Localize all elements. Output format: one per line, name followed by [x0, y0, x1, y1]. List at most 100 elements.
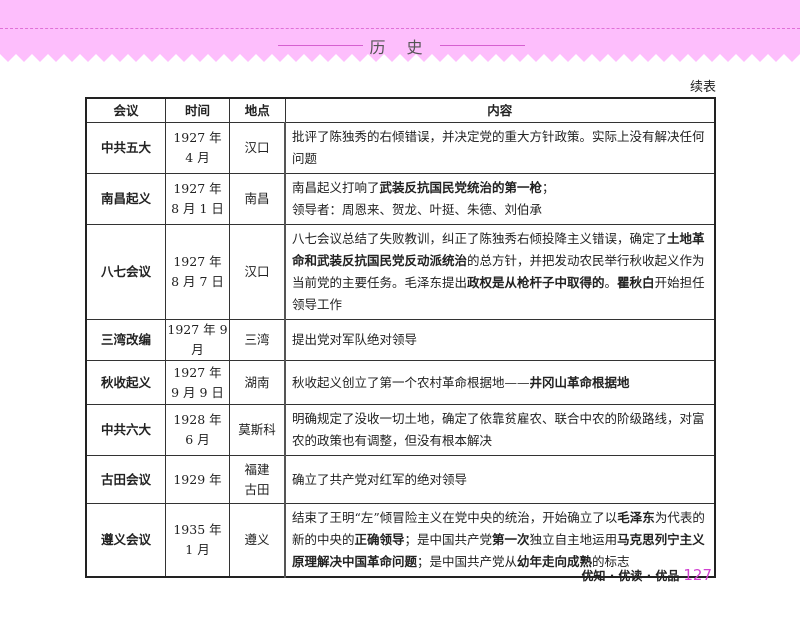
meeting-name: 中共六大 [86, 405, 166, 456]
content-text: ；是中国共产党 [405, 532, 493, 547]
meeting-time: 1927 年8 月 1 日 [166, 174, 230, 225]
meeting-name: 三湾改编 [86, 320, 166, 361]
meeting-place-line: 三湾 [230, 330, 284, 350]
header-meeting: 会议 [86, 98, 166, 123]
meeting-time-line: 1927 年 [166, 179, 229, 199]
meeting-place: 三湾 [230, 320, 286, 361]
table-header-row: 会议 时间 地点 内容 [86, 98, 715, 123]
meeting-place-line: 古田 [230, 480, 284, 500]
meeting-time-line: 1927 年 [166, 252, 229, 272]
meeting-time-line: 1 月 [166, 540, 229, 560]
content-text: 确立了共产党对红军的绝对领导 [292, 472, 467, 487]
meeting-name: 遵义会议 [86, 504, 166, 578]
meeting-place-line: 汉口 [230, 138, 284, 158]
meeting-time: 1927 年 9 月 [166, 320, 230, 361]
meeting-time-line: 9 月 9 日 [166, 383, 229, 403]
meeting-place-line: 南昌 [230, 189, 284, 209]
table-row: 中共五大1927 年4 月汉口批评了陈独秀的右倾错误，并决定党的重大方针政策。实… [86, 123, 715, 174]
content-emphasis: 武装反抗国民党统治的第一枪 [380, 180, 543, 195]
meeting-time-line: 1935 年 [166, 520, 229, 540]
meeting-place-line: 遵义 [230, 530, 284, 550]
table-row: 八七会议1927 年8 月 7 日汉口八七会议总结了失败教训，纠正了陈独秀右倾投… [86, 225, 715, 320]
meeting-place: 遵义 [230, 504, 286, 578]
content-text: 。 [605, 275, 618, 290]
meeting-time: 1927 年9 月 9 日 [166, 361, 230, 405]
content-text: 八七会议总结了失败教训，纠正了陈独秀右倾投降主义错误，确定了 [292, 231, 667, 246]
meeting-place-line: 莫斯科 [230, 420, 284, 440]
meeting-name-line: 八七会议 [87, 262, 165, 282]
content-text: ； [542, 180, 555, 195]
meeting-time: 1927 年4 月 [166, 123, 230, 174]
meeting-name-line: 中共六大 [87, 420, 165, 440]
content-text: 批评了陈独秀的右倾错误，并决定党的重大方针政策。实际上没有解决任何问题 [292, 129, 705, 166]
meeting-time-line: 8 月 7 日 [166, 272, 229, 292]
header-dashed-line [0, 28, 800, 29]
content-text: 独立自主地运用 [530, 532, 618, 547]
meeting-time-line: 4 月 [166, 148, 229, 168]
content-emphasis: 毛泽东 [617, 510, 655, 525]
meeting-content: 批评了陈独秀的右倾错误，并决定党的重大方针政策。实际上没有解决任何问题 [285, 123, 715, 174]
meetings-table: 会议 时间 地点 内容 中共五大1927 年4 月汉口批评了陈独秀的右倾错误，并… [85, 97, 716, 578]
meeting-name: 南昌起义 [86, 174, 166, 225]
page-number: 127 [683, 566, 712, 584]
table-row: 秋收起义1927 年9 月 9 日湖南秋收起义创立了第一个农村革命根据地——井冈… [86, 361, 715, 405]
meeting-place: 南昌 [230, 174, 286, 225]
content-text: 明确规定了没收一切土地，确定了依靠贫雇农、联合中农的阶级路线，对富农的政策也有调… [292, 411, 705, 448]
content-emphasis: 瞿秋白 [617, 275, 655, 290]
meeting-time: 1935 年1 月 [166, 504, 230, 578]
meeting-place-line: 汉口 [230, 262, 284, 282]
content-text: ；是中国共产党从 [417, 554, 517, 569]
table-row: 中共六大1928 年6 月莫斯科明确规定了没收一切土地，确定了依靠贫雇农、联合中… [86, 405, 715, 456]
meeting-time-line: 1927 年 [166, 128, 229, 148]
page-footer: 优知 · 优读 · 优品127 [582, 566, 712, 584]
meeting-name-line: 中共五大 [87, 138, 165, 158]
meeting-place-line: 福建 [230, 460, 284, 480]
meeting-time-line: 6 月 [166, 430, 229, 450]
content-text: 秋收起义创立了第一个农村革命根据地—— [292, 375, 530, 390]
meeting-name: 中共五大 [86, 123, 166, 174]
meeting-time-line: 1927 年 [166, 363, 229, 383]
table-row: 南昌起义1927 年8 月 1 日南昌南昌起义打响了武装反抗国民党统治的第一枪；… [86, 174, 715, 225]
meeting-name: 古田会议 [86, 456, 166, 504]
meeting-content: 秋收起义创立了第一个农村革命根据地——井冈山革命根据地 [285, 361, 715, 405]
meeting-time-line: 1927 年 9 月 [166, 320, 229, 360]
content-emphasis: 井冈山革命根据地 [530, 375, 630, 390]
meeting-place: 汉口 [230, 225, 286, 320]
meeting-name-line: 南昌起义 [87, 189, 165, 209]
footer-slogan: 优知 · 优读 · 优品 [582, 569, 680, 583]
meeting-place: 莫斯科 [230, 405, 286, 456]
meeting-time: 1927 年8 月 7 日 [166, 225, 230, 320]
meeting-content: 八七会议总结了失败教训，纠正了陈独秀右倾投降主义错误，确定了土地革命和武装反抗国… [285, 225, 715, 320]
meeting-name: 八七会议 [86, 225, 166, 320]
header-time: 时间 [166, 98, 230, 123]
meeting-name-line: 秋收起义 [87, 373, 165, 393]
meeting-time: 1928 年6 月 [166, 405, 230, 456]
meeting-place: 汉口 [230, 123, 286, 174]
table-row: 古田会议1929 年福建古田确立了共产党对红军的绝对领导 [86, 456, 715, 504]
meeting-place: 福建古田 [230, 456, 286, 504]
content-emphasis: 政权是从枪杆子中取得的 [467, 275, 605, 290]
meeting-name-line: 遵义会议 [87, 530, 165, 550]
content-text: 结束了王明“左”倾冒险主义在党中央的统治，开始确立了以 [292, 510, 617, 525]
meeting-content: 南昌起义打响了武装反抗国民党统治的第一枪；领导者：周恩来、贺龙、叶挺、朱德、刘伯… [285, 174, 715, 225]
table-row: 三湾改编1927 年 9 月三湾提出党对军队绝对领导 [86, 320, 715, 361]
content-text: 南昌起义打响了 [292, 180, 380, 195]
continued-label: 续表 [690, 76, 716, 95]
meeting-content: 提出党对军队绝对领导 [285, 320, 715, 361]
content-text: 领导者：周恩来、贺龙、叶挺、朱德、刘伯承 [292, 202, 542, 217]
meeting-time-line: 1928 年 [166, 410, 229, 430]
meeting-name: 秋收起义 [86, 361, 166, 405]
content-emphasis: 第一次 [492, 532, 530, 547]
content-text: 提出党对军队绝对领导 [292, 332, 417, 347]
content-emphasis: 正确领导 [355, 532, 405, 547]
meeting-time-line: 1929 年 [166, 470, 229, 490]
meeting-time-line: 8 月 1 日 [166, 199, 229, 219]
meeting-place-line: 湖南 [230, 373, 284, 393]
meeting-content: 确立了共产党对红军的绝对领导 [285, 456, 715, 504]
meeting-place: 湖南 [230, 361, 286, 405]
header-content: 内容 [285, 98, 715, 123]
meeting-time: 1929 年 [166, 456, 230, 504]
header-place: 地点 [230, 98, 286, 123]
meeting-content: 明确规定了没收一切土地，确定了依靠贫雇农、联合中农的阶级路线，对富农的政策也有调… [285, 405, 715, 456]
subject-title: 历 史 [0, 34, 800, 58]
